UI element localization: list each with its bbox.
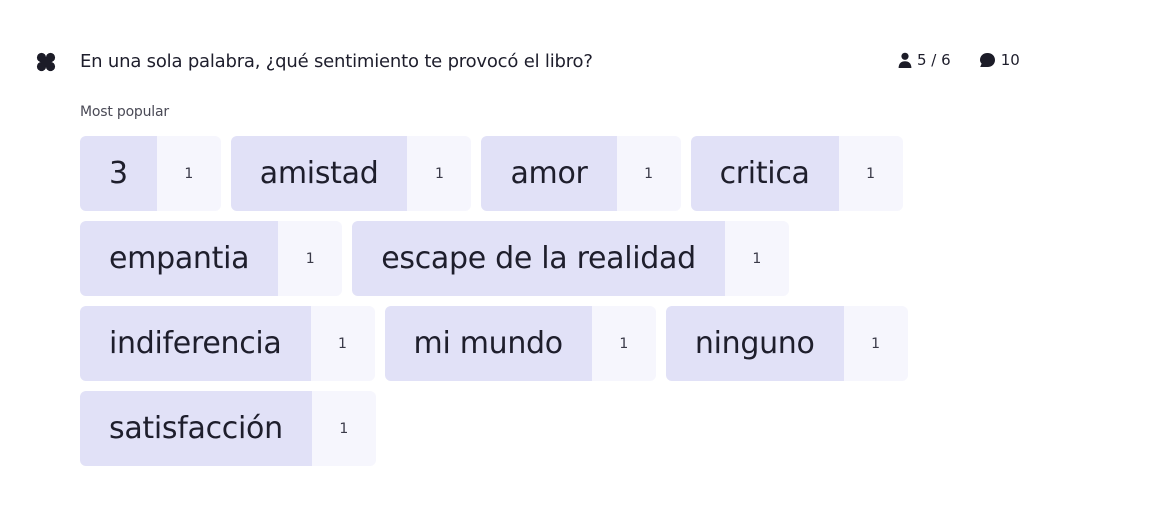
word-count: 1 [591,306,656,381]
participants-stat: 5 / 6 [898,51,951,69]
question-title: En una sola palabra, ¿qué sentimiento te… [80,51,593,72]
participants-count: 5 / 6 [917,51,951,69]
comment-icon [979,52,996,68]
responses-stat: 10 [979,51,1020,69]
word-label: indiferencia [80,306,311,381]
word-chip[interactable]: escape de la realidad 1 [352,221,789,296]
word-count: 1 [616,136,681,211]
word-list: 3 1 amistad 1 amor 1 critica 1 empantia 1 escape d… [80,136,980,466]
word-chip[interactable]: amistad 1 [230,136,472,211]
word-chip[interactable]: indiferencia 1 [80,306,375,381]
word-chip[interactable]: 31 [80,136,221,211]
responses-count: 10 [1000,51,1020,69]
word-label: ninguno [665,306,844,381]
question-header: En una sola palabra, ¿qué sentimiento te… [36,44,1036,80]
word-label: amor [481,136,617,211]
page: En una sola palabra, ¿qué sentimiento te… [0,0,1158,528]
word-count: 1 [310,306,375,381]
word-chip[interactable]: amor 1 [481,136,681,211]
word-count: 1 [724,221,789,296]
clover-icon [36,52,56,72]
word-label: amistad [230,136,408,211]
section-label: Most popular [80,104,169,120]
word-label: escape de la realidad [352,221,725,296]
word-chip[interactable]: critica 1 [690,136,903,211]
word-chip[interactable]: mi mundo 1 [384,306,656,381]
word-count: 1 [843,306,908,381]
word-label: satisfacción [80,391,312,466]
word-count: 1 [407,136,472,211]
word-label: mi mundo [384,306,592,381]
word-count: 1 [838,136,903,211]
word-count: 1 [278,221,343,296]
word-label: empantia [80,221,279,296]
word-chip[interactable]: ninguno 1 [665,306,908,381]
stats: 5 / 6 10 [898,51,1020,69]
word-chip[interactable]: empantia 1 [80,221,343,296]
word-label: 3 [80,136,157,211]
word-chip[interactable]: satisfacción 1 [80,391,376,466]
word-count: 1 [311,391,376,466]
word-label: critica [690,136,839,211]
person-icon [898,52,912,68]
word-count: 1 [156,136,221,211]
